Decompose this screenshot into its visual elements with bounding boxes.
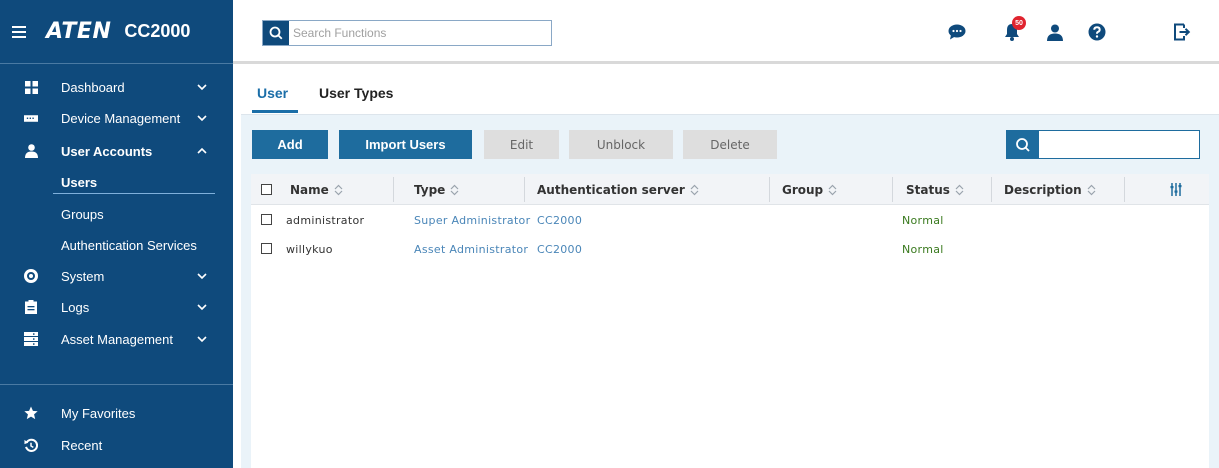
column-header-authentication-server[interactable]: Authentication server xyxy=(537,174,699,205)
sidebar-item-label: System xyxy=(61,268,105,284)
sidebar-item-system[interactable]: System xyxy=(0,261,233,291)
sidebar-item-label: Device Management xyxy=(61,110,181,126)
table-search xyxy=(1006,130,1200,159)
device-icon xyxy=(24,111,38,125)
sidebar-item-label: User Accounts xyxy=(61,143,153,159)
sidebar-item-label: Dashboard xyxy=(61,79,125,95)
chevron-down-icon xyxy=(197,115,207,122)
product-model: CC2000 xyxy=(124,21,191,41)
row-checkbox[interactable] xyxy=(261,214,272,225)
import-users-button[interactable]: Import Users xyxy=(339,130,472,159)
help-icon[interactable] xyxy=(1087,22,1107,42)
column-divider xyxy=(524,177,525,202)
table-row[interactable]: administrator Super Administrator CC2000… xyxy=(251,206,1209,234)
sort-icon xyxy=(690,184,699,195)
tab-user[interactable]: User xyxy=(257,85,288,101)
main-panel: User User Types Add Import Users Edit Un… xyxy=(241,70,1219,468)
add-button[interactable]: Add xyxy=(252,130,328,159)
history-icon xyxy=(24,438,38,452)
star-icon xyxy=(24,406,38,420)
chevron-down-icon xyxy=(197,273,207,280)
gear-icon xyxy=(24,269,38,283)
column-divider xyxy=(769,177,770,202)
aten-logo: ATEN xyxy=(46,19,112,44)
user-profile-icon[interactable] xyxy=(1045,22,1065,42)
notification-bell-icon[interactable]: 50 xyxy=(1002,16,1026,42)
row-checkbox[interactable] xyxy=(261,243,272,254)
sidebar-divider xyxy=(0,384,233,385)
column-divider xyxy=(393,177,394,202)
table-header: Name Type Authentication server Group St… xyxy=(251,174,1209,205)
chevron-down-icon xyxy=(197,84,207,91)
sidebar-item-groups[interactable]: Groups xyxy=(0,199,233,229)
sidebar-header: ATEN CC2000 xyxy=(0,0,233,64)
user-icon xyxy=(24,144,38,158)
column-divider xyxy=(1124,177,1125,202)
sidebar-item-recent[interactable]: Recent xyxy=(0,430,233,460)
table-search-input[interactable] xyxy=(1043,136,1193,153)
column-settings-icon[interactable] xyxy=(1170,174,1182,205)
clipboard-icon xyxy=(24,300,38,314)
sidebar-item-authentication-services[interactable]: Authentication Services xyxy=(0,230,233,260)
edit-button[interactable]: Edit xyxy=(484,130,559,159)
column-header-status[interactable]: Status xyxy=(906,174,964,205)
active-item-underline xyxy=(53,193,215,194)
sidebar-item-label: Logs xyxy=(61,299,90,315)
cell-status: Normal xyxy=(902,243,944,256)
delete-button[interactable]: Delete xyxy=(683,130,777,159)
tab-user-types[interactable]: User Types xyxy=(319,85,393,101)
chevron-down-icon xyxy=(197,336,207,343)
search-functions-input[interactable] xyxy=(293,24,543,42)
cell-type[interactable]: Asset Administrator xyxy=(414,243,528,256)
column-header-description[interactable]: Description xyxy=(1004,174,1096,205)
sort-icon xyxy=(1087,184,1096,195)
sidebar-item-label: My Favorites xyxy=(61,405,136,421)
sidebar-item-logs[interactable]: Logs xyxy=(0,292,233,322)
sidebar-item-dashboard[interactable]: Dashboard xyxy=(0,72,233,102)
unblock-button[interactable]: Unblock xyxy=(569,130,673,159)
sort-icon xyxy=(828,184,837,195)
cell-name: willykuo xyxy=(286,243,333,256)
sort-icon xyxy=(955,184,964,195)
tab-bar: User User Types xyxy=(241,70,1219,115)
sidebar-item-my-favorites[interactable]: My Favorites xyxy=(0,398,233,428)
column-header-name[interactable]: Name xyxy=(290,174,343,205)
asset-icon xyxy=(24,332,38,346)
sidebar-item-label: Users xyxy=(61,174,98,190)
function-search xyxy=(262,20,552,46)
sort-icon xyxy=(334,184,343,195)
sidebar-item-device-management[interactable]: Device Management xyxy=(0,103,233,133)
active-tab-indicator xyxy=(252,110,298,113)
table-row[interactable]: willykuo Asset Administrator CC2000 Norm… xyxy=(251,235,1209,263)
chevron-down-icon xyxy=(197,304,207,311)
sidebar-item-label: Authentication Services xyxy=(61,237,197,253)
sidebar-item-label: Asset Management xyxy=(61,331,174,347)
column-divider xyxy=(892,177,893,202)
column-header-group[interactable]: Group xyxy=(782,174,837,205)
sidebar-item-label: Groups xyxy=(61,206,104,222)
chat-icon[interactable] xyxy=(947,22,967,42)
column-header-type[interactable]: Type xyxy=(414,174,459,205)
users-table: Name Type Authentication server Group St… xyxy=(251,174,1209,468)
sort-icon xyxy=(450,184,459,195)
grid-icon xyxy=(24,80,38,94)
cell-name: administrator xyxy=(286,214,365,227)
search-icon[interactable] xyxy=(263,21,289,45)
select-all-checkbox[interactable] xyxy=(261,184,272,195)
notification-badge: 50 xyxy=(1012,16,1026,30)
column-divider xyxy=(991,177,992,202)
search-icon[interactable] xyxy=(1007,131,1039,158)
cell-type[interactable]: Super Administrator xyxy=(414,214,530,227)
cell-auth-server[interactable]: CC2000 xyxy=(537,243,582,256)
sidebar-item-asset-management[interactable]: Asset Management xyxy=(0,324,233,354)
cell-status: Normal xyxy=(902,214,944,227)
sidebar-item-label: Recent xyxy=(61,437,103,453)
logout-icon[interactable] xyxy=(1172,22,1192,42)
hamburger-menu-icon[interactable] xyxy=(12,25,26,38)
chevron-up-icon xyxy=(197,147,207,154)
cell-auth-server[interactable]: CC2000 xyxy=(537,214,582,227)
top-bar: 50 xyxy=(233,0,1219,64)
sidebar-item-user-accounts[interactable]: User Accounts xyxy=(0,136,233,166)
sidebar: ATEN CC2000 Dashboard Device Management … xyxy=(0,0,233,468)
